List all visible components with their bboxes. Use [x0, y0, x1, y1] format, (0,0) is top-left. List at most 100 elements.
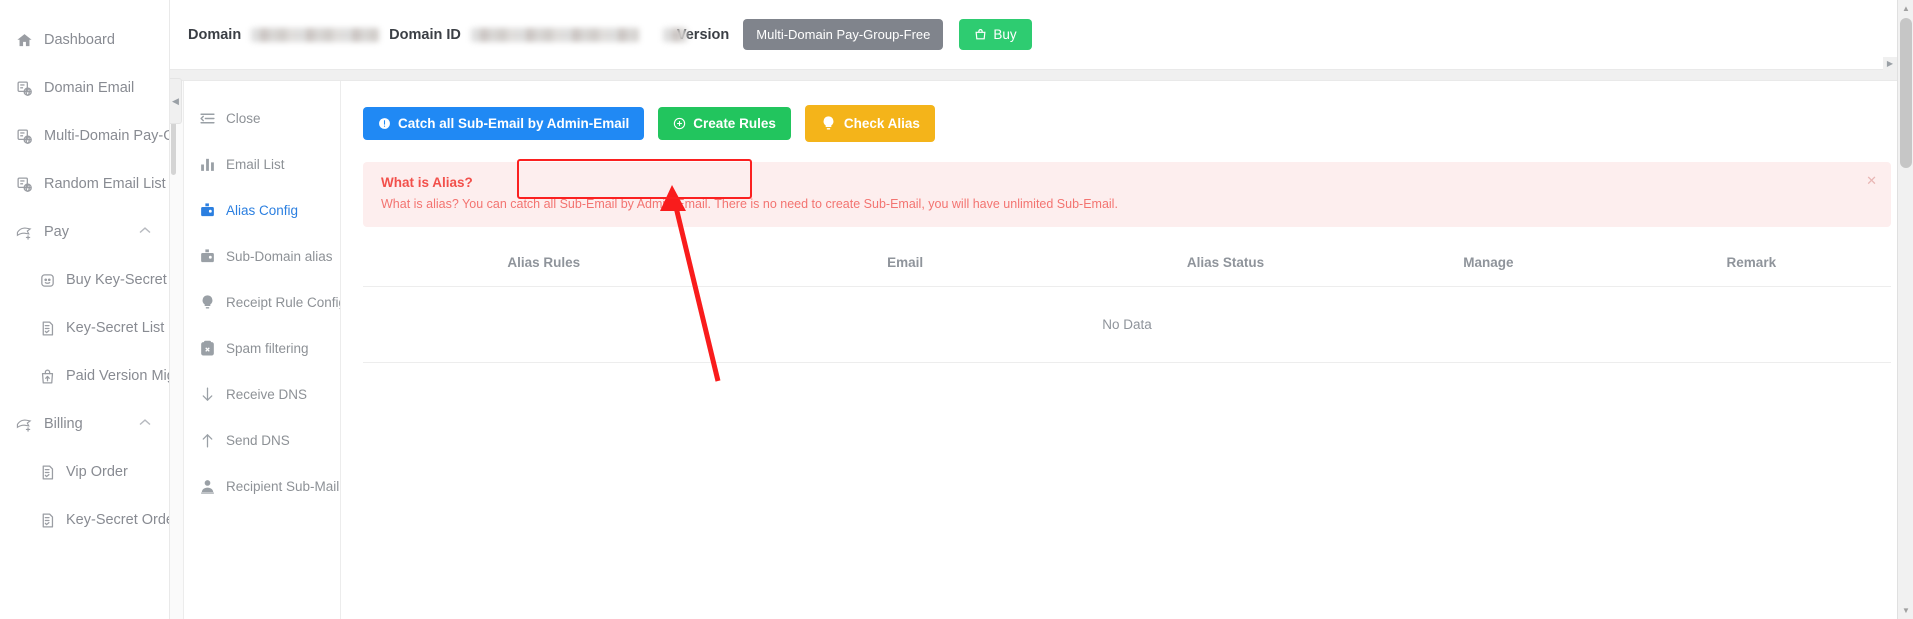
list-doc-icon	[38, 510, 56, 530]
pay-icon	[16, 419, 32, 432]
right-pane: Domain Domain ID Version Multi-Domain Pa…	[170, 0, 1913, 619]
window-scrollbar-thumb[interactable]	[1900, 18, 1912, 168]
buy-key-icon	[40, 273, 54, 287]
buy-button[interactable]: Buy	[959, 18, 1032, 51]
exclamation-circle-icon	[378, 117, 391, 130]
sidebar-item-label: Key-Secret Order	[66, 511, 170, 528]
domain-label: Domain	[188, 26, 242, 43]
submenu-item-label: Email List	[226, 156, 285, 172]
content-area: Catch all Sub-Email by Admin-Email Create…	[341, 81, 1913, 619]
home-icon	[16, 33, 32, 46]
domain-value-redacted	[251, 27, 380, 42]
sidebar-collapse-handle[interactable]: ◀	[170, 78, 182, 124]
submenu-item-sub-domain-alias[interactable]: Sub-Domain alias	[184, 233, 340, 279]
scroll-up-icon[interactable]: ▲	[1898, 0, 1913, 17]
submenu-item-label: Alias Config	[226, 202, 299, 218]
version-label-redaction	[662, 27, 687, 42]
table-header-row: Alias Rules Email Alias Status Manage Remark	[363, 249, 1891, 288]
button-label: Check Alias	[843, 115, 920, 131]
list-doc-icon	[38, 318, 56, 338]
close-icon[interactable]: ✕	[1866, 174, 1877, 187]
sidebar-item-key-secret-order[interactable]: Key-Secret Order	[0, 496, 169, 544]
submenu-item-label: Send DNS	[226, 432, 290, 448]
user-icon	[198, 477, 216, 495]
submenu-scrollbar[interactable]	[170, 81, 177, 619]
exclamation-circle-icon	[379, 118, 390, 129]
app-root: Dashboard Domain Email Multi-Domain Pay-Gr…	[0, 0, 1913, 619]
wallet-icon	[200, 202, 214, 216]
plus-circle-icon	[673, 117, 686, 130]
sidebar-item-label: Domain Email	[44, 79, 135, 96]
sidebar-item-multi-domain-pay-group[interactable]: Multi-Domain Pay-Group	[0, 112, 169, 160]
submenu-item-receive-dns[interactable]: Receive DNS	[184, 371, 340, 417]
domain-email-icon	[14, 126, 34, 146]
scroll-down-icon[interactable]: ▼	[1898, 602, 1913, 619]
bulb-icon	[823, 116, 834, 130]
bar-chart-icon	[200, 158, 214, 171]
arrow-up-icon	[198, 431, 216, 449]
wallet-icon	[198, 201, 216, 219]
submenu-item-close[interactable]: Close	[184, 95, 340, 141]
table-column-header: Alias Status	[1085, 249, 1366, 288]
sidebar-item-domain-email[interactable]: Domain Email	[0, 64, 169, 112]
buy-button-label: Buy	[993, 26, 1017, 42]
window-scrollbar[interactable]: ▲ ▼	[1897, 0, 1913, 619]
arrow-down-icon	[198, 385, 216, 403]
submenu-item-email-list[interactable]: Email List	[184, 141, 340, 187]
table-column-header: Manage	[1365, 249, 1612, 288]
sidebar-item-label: Pay	[44, 223, 69, 240]
sidebar-item-label: Billing	[44, 415, 83, 432]
submenu-item-recipient-sub-mail[interactable]: Recipient Sub-Mail	[184, 463, 340, 509]
submenu-item-label: Receipt Rule Config	[226, 294, 341, 310]
header-strip-scroll-arrow[interactable]: ▶	[1883, 57, 1897, 70]
sidebar-item-paid-version-migration[interactable]: Paid Version Migration	[0, 352, 169, 400]
sidebar-item-vip-order[interactable]: Vip Order	[0, 448, 169, 496]
sidebar-item-dashboard[interactable]: Dashboard	[0, 16, 169, 64]
domain-email-icon	[16, 128, 32, 144]
sidebar-item-pay[interactable]: Pay	[0, 208, 169, 256]
wallet-icon	[198, 247, 216, 265]
submenu-rail: ◀	[170, 81, 184, 619]
user-icon	[200, 479, 214, 494]
table-column-header: Email	[724, 249, 1086, 288]
upgrade-bag-icon	[41, 369, 53, 384]
clipboard-x-icon	[198, 339, 216, 357]
table-empty-row: No Data	[363, 286, 1891, 364]
sidebar-item-random-email-list[interactable]: Random Email List	[0, 160, 169, 208]
sidebar-item-buy-key-secret[interactable]: Buy Key-Secret	[0, 256, 169, 304]
create-rules-button[interactable]: Create Rules	[658, 106, 791, 141]
sidebar-item-key-secret-list[interactable]: Key-Secret List	[0, 304, 169, 352]
domain-email-icon	[14, 78, 34, 98]
wallet-icon	[200, 248, 214, 262]
sidebar-item-billing[interactable]: Billing	[0, 400, 169, 448]
version-badge[interactable]: Multi-Domain Pay-Group-Free	[743, 19, 944, 50]
submenu-item-send-dns[interactable]: Send DNS	[184, 417, 340, 463]
sidebar-item-label: Key-Secret List	[66, 319, 165, 336]
list-doc-icon	[38, 462, 56, 482]
plus-circle-icon	[674, 117, 686, 130]
chevron-up-icon	[139, 227, 151, 238]
submenu-item-label: Spam filtering	[226, 340, 309, 356]
submenu-item-label: Sub-Domain alias	[226, 248, 333, 264]
submenu-item-alias-config[interactable]: Alias Config	[184, 187, 340, 233]
home-icon	[14, 30, 34, 50]
alias-table-head: Alias Rules Email Alias Status Manage Remark	[363, 249, 1891, 288]
chevron-up-icon	[139, 419, 151, 430]
domain-id-label: Domain ID	[389, 26, 461, 43]
clipboard-x-icon	[200, 340, 214, 356]
header-divider-strip	[170, 69, 1913, 81]
alert-title: What is Alias?	[381, 175, 473, 190]
check-alias-button[interactable]: Check Alias	[804, 105, 935, 142]
bar-chart-icon	[198, 155, 216, 173]
domain-id-value-redacted	[470, 27, 639, 42]
alias-table-body: No Data	[363, 286, 1891, 364]
upgrade-bag-icon	[38, 366, 56, 386]
submenu-item-spam-filtering[interactable]: Spam filtering	[184, 325, 340, 371]
domain-email-icon	[16, 176, 32, 192]
page-header: Domain Domain ID Version Multi-Domain Pa…	[170, 0, 1913, 69]
version-group: Version Multi-Domain Pay-Group-Free Buy	[649, 18, 1032, 51]
submenu-item-receipt-rule-config[interactable]: Receipt Rule Config	[184, 279, 340, 325]
action-button-row: Catch all Sub-Email by Admin-Email Create…	[363, 105, 1891, 142]
catch-all-sub-email-by-admin-email-button[interactable]: Catch all Sub-Email by Admin-Email	[363, 106, 645, 141]
alias-table: Alias Rules Email Alias Status Manage Remark…	[363, 249, 1891, 364]
